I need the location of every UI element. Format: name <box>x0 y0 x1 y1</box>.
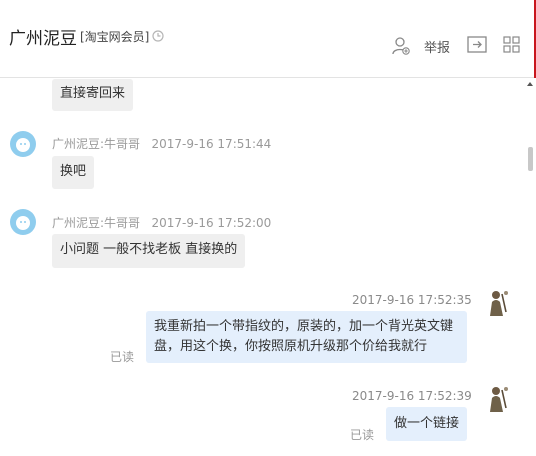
timestamp: 2017-9-16 17:51:44 <box>151 137 272 151</box>
scroll-up-arrow-icon[interactable] <box>526 80 534 88</box>
timestamp: 2017-9-16 17:52:00 <box>151 216 272 230</box>
contact-name[interactable]: 广州泥豆 <box>9 24 77 49</box>
message-bubble: 直接寄回来 <box>52 79 134 111</box>
message-meta: 广州泥豆:牛哥哥 2017-9-16 17:52:00 <box>52 214 271 231</box>
sender-name: 广州泥豆:牛哥哥 <box>52 137 141 151</box>
timestamp: 2017-9-16 17:52:39 <box>352 389 472 403</box>
grid-apps-icon[interactable] <box>503 36 520 53</box>
read-receipt: 已读 <box>110 350 135 364</box>
report-link[interactable]: 举报 <box>424 37 450 56</box>
message-bubble: 我重新拍一个带指纹的，原装的，加一个背光英文键 盘，用这个换，你按照原机升级那个… <box>146 311 467 363</box>
sender-name: 广州泥豆:牛哥哥 <box>52 216 141 230</box>
message-text: 换吧 <box>60 164 87 179</box>
message-text: 直接寄回来 <box>60 86 126 101</box>
message-bubble: 做一个链接 <box>386 407 467 441</box>
transfer-icon[interactable] <box>467 36 487 54</box>
avatar[interactable] <box>10 209 36 235</box>
message-text-line: 我重新拍一个带指纹的，原装的，加一个背光英文键 <box>154 319 454 334</box>
read-receipt: 已读 <box>350 428 375 442</box>
contact-avatar-icon <box>16 138 30 152</box>
message-bubble: 小问题 一般不找老板 直接换的 <box>52 234 246 268</box>
message-text: 小问题 一般不找老板 直接换的 <box>60 242 238 257</box>
message-text: 做一个链接 <box>393 416 459 431</box>
message-meta: 广州泥豆:牛哥哥 2017-9-16 17:51:44 <box>52 135 271 152</box>
avatar[interactable] <box>10 131 36 157</box>
avatar[interactable] <box>485 288 511 318</box>
self-avatar-icon <box>485 384 511 414</box>
message-bubble: 换吧 <box>52 156 95 189</box>
message-list[interactable]: 直接寄回来 广州泥豆:牛哥哥 2017-9-16 17:51:44 换吧 广州泥… <box>0 79 524 456</box>
clock-icon[interactable] <box>152 30 164 42</box>
timestamp: 2017-9-16 17:52:35 <box>352 293 472 307</box>
scrollbar-thumb[interactable] <box>528 147 533 171</box>
add-contact-icon[interactable] <box>391 36 411 56</box>
scrollbar[interactable] <box>524 80 536 456</box>
member-badge: [淘宝网会员] <box>80 30 150 44</box>
chat-header: 广州泥豆 [淘宝网会员] 举报 <box>0 0 536 78</box>
message-text-line: 盘，用这个换，你按照原机升级那个价给我就行 <box>154 339 428 354</box>
self-avatar-icon <box>485 288 511 318</box>
contact-avatar-icon <box>16 216 30 230</box>
avatar[interactable] <box>485 384 511 414</box>
